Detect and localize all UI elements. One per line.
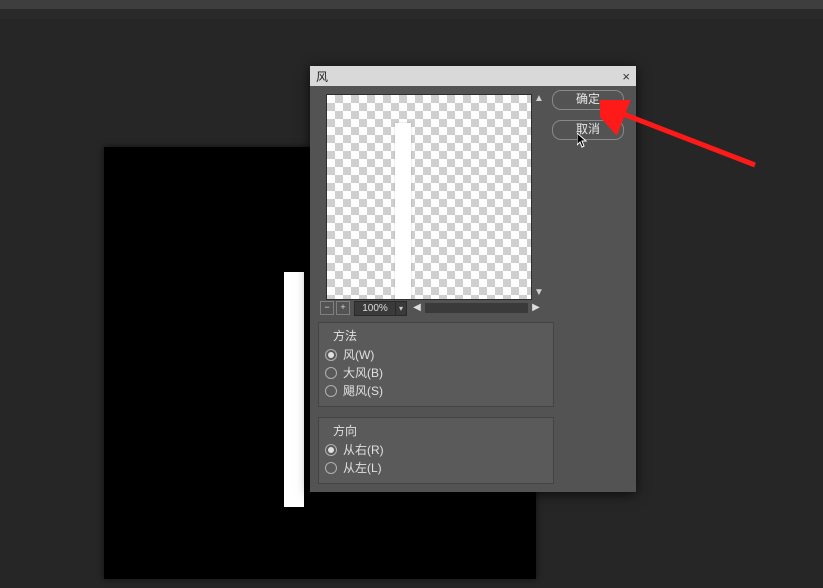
preview-nav-track[interactable] (425, 303, 528, 313)
radio-label: 从左(L) (343, 459, 382, 476)
dialog-title: 风 (316, 68, 328, 85)
zoom-strip: − + 100% ▾ ◀ ▶ (318, 301, 542, 315)
radio-label: 飓风(S) (343, 382, 383, 399)
app-topbar (0, 0, 823, 9)
preview-scroll-up-icon[interactable]: ▲ (534, 94, 544, 104)
radio-icon (325, 349, 337, 361)
zoom-dropdown-icon[interactable]: ▾ (396, 301, 407, 316)
dialog-button-column: 确定 取消 (552, 90, 626, 150)
wind-dialog: 风 × ▲ ▼ − + 100% ▾ ◀ ▶ 方法 风(W) (310, 66, 636, 492)
radio-icon (325, 462, 337, 474)
radio-label: 大风(B) (343, 364, 383, 381)
method-group: 方法 风(W) 大风(B) 飓风(S) (318, 322, 554, 407)
radio-direction-from-left[interactable]: 从左(L) (325, 459, 547, 476)
radio-method-blast[interactable]: 大风(B) (325, 364, 547, 381)
radio-direction-from-right[interactable]: 从右(R) (325, 441, 547, 458)
direction-group: 方向 从右(R) 从左(L) (318, 417, 554, 484)
preview-shape-bar (395, 123, 411, 300)
dialog-body: ▲ ▼ − + 100% ▾ ◀ ▶ 方法 风(W) 大风(B) (310, 86, 636, 492)
preview-area: ▲ ▼ − + 100% ▾ ◀ ▶ (318, 94, 542, 312)
cancel-button[interactable]: 取消 (552, 120, 624, 140)
dialog-titlebar[interactable]: 风 × (310, 66, 636, 86)
preview-scroll-down-icon[interactable]: ▼ (534, 288, 544, 298)
preview-nav-right-icon[interactable]: ▶ (530, 302, 542, 314)
method-group-title: 方法 (333, 327, 547, 344)
preview-canvas[interactable] (326, 94, 532, 300)
document-shape-bar (284, 272, 304, 507)
radio-icon (325, 367, 337, 379)
ok-button[interactable]: 确定 (552, 90, 624, 110)
direction-group-title: 方向 (333, 422, 547, 439)
radio-icon (325, 444, 337, 456)
radio-label: 从右(R) (343, 441, 384, 458)
radio-label: 风(W) (343, 346, 374, 363)
preview-nav-left-icon[interactable]: ◀ (411, 302, 423, 314)
zoom-in-button[interactable]: + (336, 301, 350, 315)
zoom-out-button[interactable]: − (320, 301, 334, 315)
radio-method-stagger[interactable]: 飓风(S) (325, 382, 547, 399)
zoom-level-field[interactable]: 100% (354, 301, 396, 316)
close-icon[interactable]: × (622, 69, 630, 84)
radio-icon (325, 385, 337, 397)
radio-method-wind[interactable]: 风(W) (325, 346, 547, 363)
